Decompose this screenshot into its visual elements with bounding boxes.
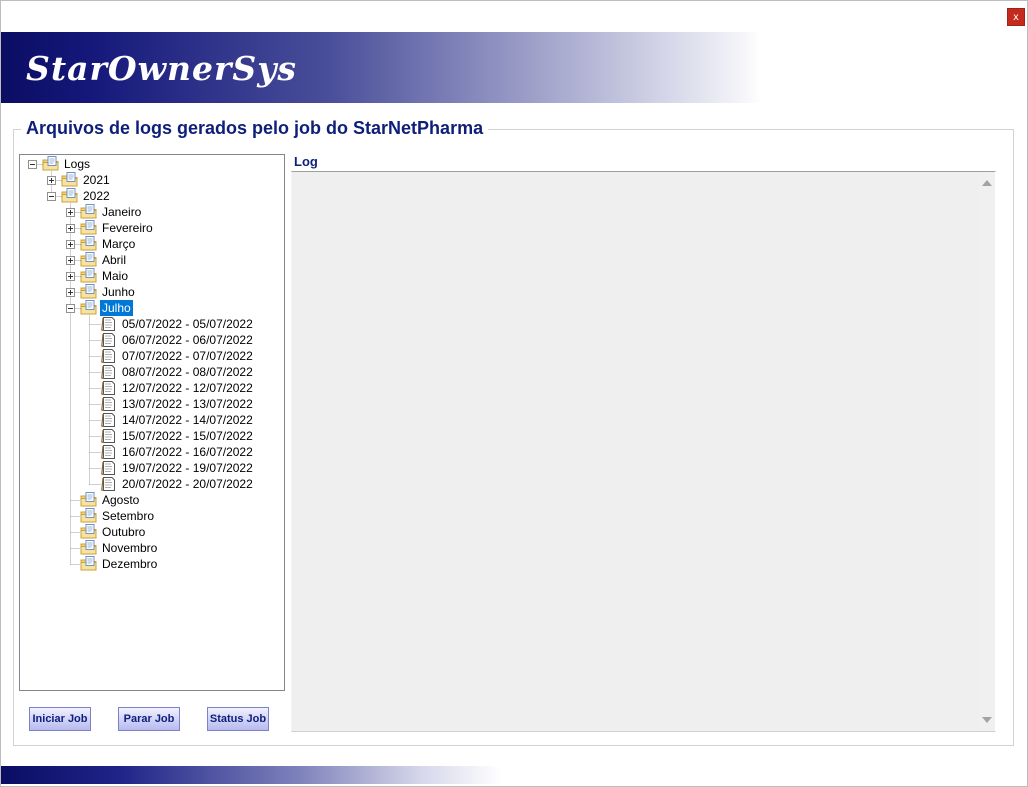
tree-node-label: Agosto: [102, 493, 140, 507]
folder-icon: [80, 540, 98, 556]
start-job-button[interactable]: Iniciar Job: [29, 707, 91, 731]
tree-node-label: Maio: [102, 269, 129, 283]
tree-node-label: 20/07/2022 - 20/07/2022: [122, 477, 253, 491]
tree-node-label: 15/07/2022 - 15/07/2022: [122, 429, 253, 443]
tree-node-label: 19/07/2022 - 19/07/2022: [122, 461, 253, 475]
log-file-icon: [100, 396, 118, 412]
tree-node-label: 13/07/2022 - 13/07/2022: [122, 397, 253, 411]
log-scrollbar[interactable]: [978, 172, 995, 731]
stop-job-button[interactable]: Parar Job: [118, 707, 180, 731]
folder-icon: [80, 252, 98, 268]
tree-node-label: 12/07/2022 - 12/07/2022: [122, 381, 253, 395]
tree-node-label: 07/07/2022 - 07/07/2022: [122, 349, 253, 363]
tree-node-label: Janeiro: [102, 205, 142, 219]
log-file-icon: [100, 476, 118, 492]
log-file-icon: [100, 364, 118, 380]
tree-expand-toggle[interactable]: [66, 208, 75, 217]
tree-expand-toggle[interactable]: [47, 176, 56, 185]
tree-node-label: Logs: [64, 157, 91, 171]
folder-icon: [80, 220, 98, 236]
folder-icon: [80, 284, 98, 300]
status-job-button[interactable]: Status Job: [207, 707, 269, 731]
close-button[interactable]: x: [1007, 8, 1025, 26]
tree-node-label: Outubro: [102, 525, 146, 539]
tree-node-label: Setembro: [102, 509, 155, 523]
tree-node-label: Junho: [102, 285, 135, 299]
tree-node-label: Novembro: [102, 541, 158, 555]
folder-icon: [80, 236, 98, 252]
tree-node-label: Dezembro: [102, 557, 158, 571]
tree-node-label: 08/07/2022 - 08/07/2022: [122, 365, 253, 379]
log-file-icon: [100, 348, 118, 364]
tree-expand-toggle[interactable]: [66, 288, 75, 297]
tree-node-label: Fevereiro: [102, 221, 153, 235]
folder-icon: [80, 556, 98, 572]
folder-icon: [80, 524, 98, 540]
folder-icon: [61, 172, 79, 188]
folder-icon: [80, 492, 98, 508]
tree-collapse-toggle[interactable]: [47, 192, 56, 201]
tree-node-label: Março: [102, 237, 136, 251]
footer-bar: [1, 766, 1027, 784]
scroll-down-arrow-icon[interactable]: [982, 717, 992, 723]
log-file-icon: [100, 460, 118, 476]
tree-node-label: 05/07/2022 - 05/07/2022: [122, 317, 253, 331]
log-file-icon: [100, 444, 118, 460]
tree-collapse-toggle[interactable]: [28, 160, 37, 169]
groupbox-title: Arquivos de logs gerados pelo job do Sta…: [21, 118, 489, 139]
folder-icon: [42, 156, 60, 172]
folder-icon: [80, 268, 98, 284]
tree-collapse-toggle[interactable]: [66, 304, 75, 313]
log-file-icon: [100, 428, 118, 444]
tree-node-label: Abril: [102, 253, 127, 267]
log-label: Log: [294, 154, 318, 169]
folder-icon: [80, 300, 98, 316]
tree-node-label: 16/07/2022 - 16/07/2022: [122, 445, 253, 459]
tree-node-label: 06/07/2022 - 06/07/2022: [122, 333, 253, 347]
log-file-icon: [100, 412, 118, 428]
tree-expand-toggle[interactable]: [66, 224, 75, 233]
tree-node-label: 2021: [83, 173, 110, 187]
tree-node-label: 2022: [83, 189, 110, 203]
folder-icon: [80, 204, 98, 220]
app-logo-title: StarOwnerSys: [26, 49, 297, 88]
header-banner: StarOwnerSys: [1, 32, 1027, 103]
scroll-up-arrow-icon[interactable]: [982, 180, 992, 186]
tree-expand-toggle[interactable]: [66, 272, 75, 281]
log-file-icon: [100, 332, 118, 348]
tree-expand-toggle[interactable]: [66, 256, 75, 265]
log-file-icon: [100, 316, 118, 332]
log-tree-view[interactable]: Logs 2021 2022 Janeiro Fevereiro Março Abril Ma…: [19, 154, 285, 691]
folder-icon: [61, 188, 79, 204]
log-textarea[interactable]: [291, 171, 996, 732]
tree-node-label: Julho: [99, 299, 134, 317]
tree-expand-toggle[interactable]: [66, 240, 75, 249]
folder-icon: [80, 508, 98, 524]
tree-node-label: 14/07/2022 - 14/07/2022: [122, 413, 253, 427]
log-file-icon: [100, 380, 118, 396]
